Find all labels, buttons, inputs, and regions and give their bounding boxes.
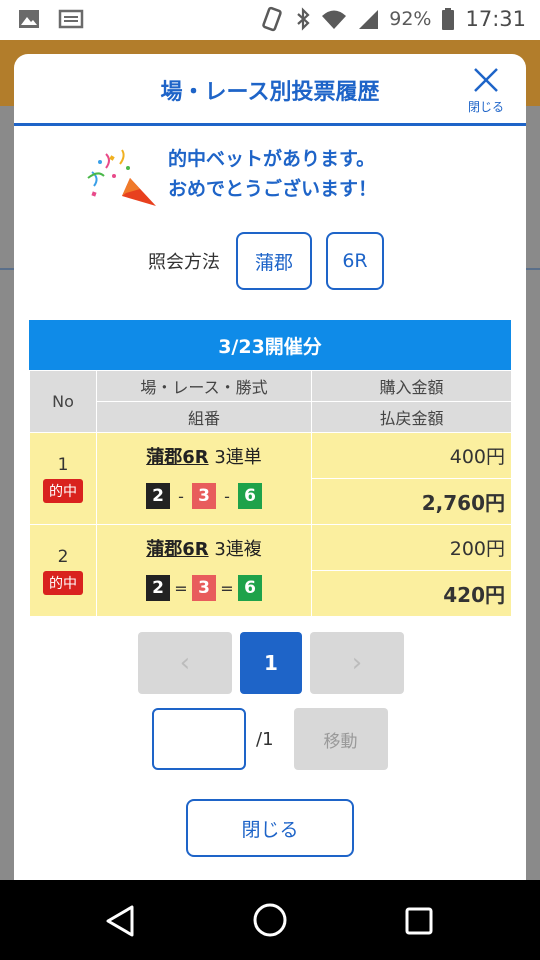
table-row: 1 的中 蒲郡6R 3連単 2 - 3 - 6 400円	[29, 432, 512, 525]
go-button[interactable]: 移動	[293, 708, 388, 770]
combo-separator: -	[178, 486, 184, 506]
page-jump: /1 移動	[152, 708, 388, 770]
table-row: 2 的中 蒲郡6R 3連複 2 = 3 = 6 200円	[29, 524, 512, 617]
header-combo: 組番	[96, 401, 312, 433]
battery-icon	[442, 8, 455, 30]
clock: 17:31	[465, 7, 526, 31]
congrats-message: 的中ベットがあります。 おめでとうございます！	[84, 142, 444, 212]
header-race: 場・レース・勝式	[96, 370, 312, 402]
close-x-button[interactable]: 閉じる	[460, 66, 512, 115]
boat-number: 3	[192, 575, 216, 601]
header-no: No	[29, 370, 97, 433]
congrats-line-1: 的中ベットがあります。	[168, 148, 376, 170]
prev-page-button[interactable]: ‹	[138, 632, 232, 694]
race-link[interactable]: 蒲郡6R	[146, 539, 208, 560]
boat-number: 2	[146, 575, 170, 601]
modal-title: 場・レース別投票履歴	[160, 80, 380, 105]
boat-number: 6	[238, 483, 262, 509]
row-no-cell: 2 的中	[29, 524, 97, 617]
bluetooth-icon	[297, 7, 310, 31]
rotate-phone-icon	[262, 6, 282, 32]
history-table-section: 3/23開催分 No 場・レース・勝式 購入金額 組番 払戻金額 1 的中 蒲郡…	[29, 320, 512, 617]
race-link[interactable]: 蒲郡6R	[146, 447, 208, 468]
betting-history-modal: 場・レース別投票履歴 閉じる 的中ベットがあります。 おめでとうございます！ 照…	[14, 54, 526, 880]
venue-chip[interactable]: 蒲郡	[236, 232, 312, 290]
hit-badge: 的中	[43, 570, 83, 595]
row-race-cell: 蒲郡6R 3連複 2 = 3 = 6	[96, 524, 312, 617]
combination: 2 = 3 = 6	[97, 575, 311, 601]
close-icon	[474, 68, 498, 92]
combo-separator: =	[174, 578, 188, 598]
close-x-label: 閉じる	[467, 100, 504, 114]
header-purchase: 購入金額	[311, 370, 512, 402]
modal-header: 場・レース別投票履歴 閉じる	[14, 54, 526, 126]
home-icon[interactable]	[252, 902, 288, 938]
history-table: No 場・レース・勝式 購入金額 組番 払戻金額 1 的中 蒲郡6R 3連単 2…	[29, 370, 512, 617]
combination: 2 - 3 - 6	[97, 483, 311, 509]
query-method-label: 照会方法	[148, 252, 220, 273]
wifi-icon	[322, 10, 347, 29]
next-page-button[interactable]: ›	[310, 632, 404, 694]
chevron-left-icon: ‹	[179, 648, 191, 678]
bet-type: 3連単	[214, 447, 262, 468]
page-1-button[interactable]: 1	[240, 632, 302, 694]
boat-number: 6	[238, 575, 262, 601]
recent-apps-icon[interactable]	[404, 906, 434, 936]
navigation-bar	[0, 880, 540, 960]
row-number: 1	[57, 454, 69, 475]
gallery-icon	[19, 10, 39, 28]
row-number: 2	[57, 546, 69, 567]
cast-icon	[58, 9, 84, 29]
payout-amount: 420円	[311, 570, 512, 617]
date-header: 3/23開催分	[29, 320, 511, 370]
purchase-amount: 200円	[311, 524, 512, 571]
boat-number: 3	[192, 483, 216, 509]
battery-percent: 92%	[389, 8, 432, 30]
row-no-cell: 1 的中	[29, 432, 97, 525]
status-bar: 92% 17:31	[0, 0, 540, 40]
bet-type: 3連複	[214, 539, 262, 560]
purchase-amount: 400円	[311, 432, 512, 479]
back-icon[interactable]	[104, 904, 138, 938]
party-popper-icon	[87, 149, 156, 206]
race-chip[interactable]: 6R	[326, 232, 384, 290]
query-method: 照会方法 蒲郡 6R	[148, 232, 398, 290]
congrats-line-2: おめでとうございます！	[168, 178, 378, 200]
header-payout: 払戻金額	[311, 401, 512, 433]
payout-amount: 2,760円	[311, 478, 512, 525]
combo-separator: =	[220, 578, 234, 598]
total-pages: /1	[256, 728, 274, 750]
close-button[interactable]: 閉じる	[186, 799, 354, 857]
row-race-cell: 蒲郡6R 3連単 2 - 3 - 6	[96, 432, 312, 525]
combo-separator: -	[224, 486, 230, 506]
signal-icon	[359, 10, 379, 29]
page-number-input[interactable]	[152, 708, 246, 770]
hit-badge: 的中	[43, 478, 83, 503]
boat-number: 2	[146, 483, 170, 509]
chevron-right-icon: ›	[351, 648, 363, 678]
pagination: ‹ 1 ›	[138, 632, 404, 694]
